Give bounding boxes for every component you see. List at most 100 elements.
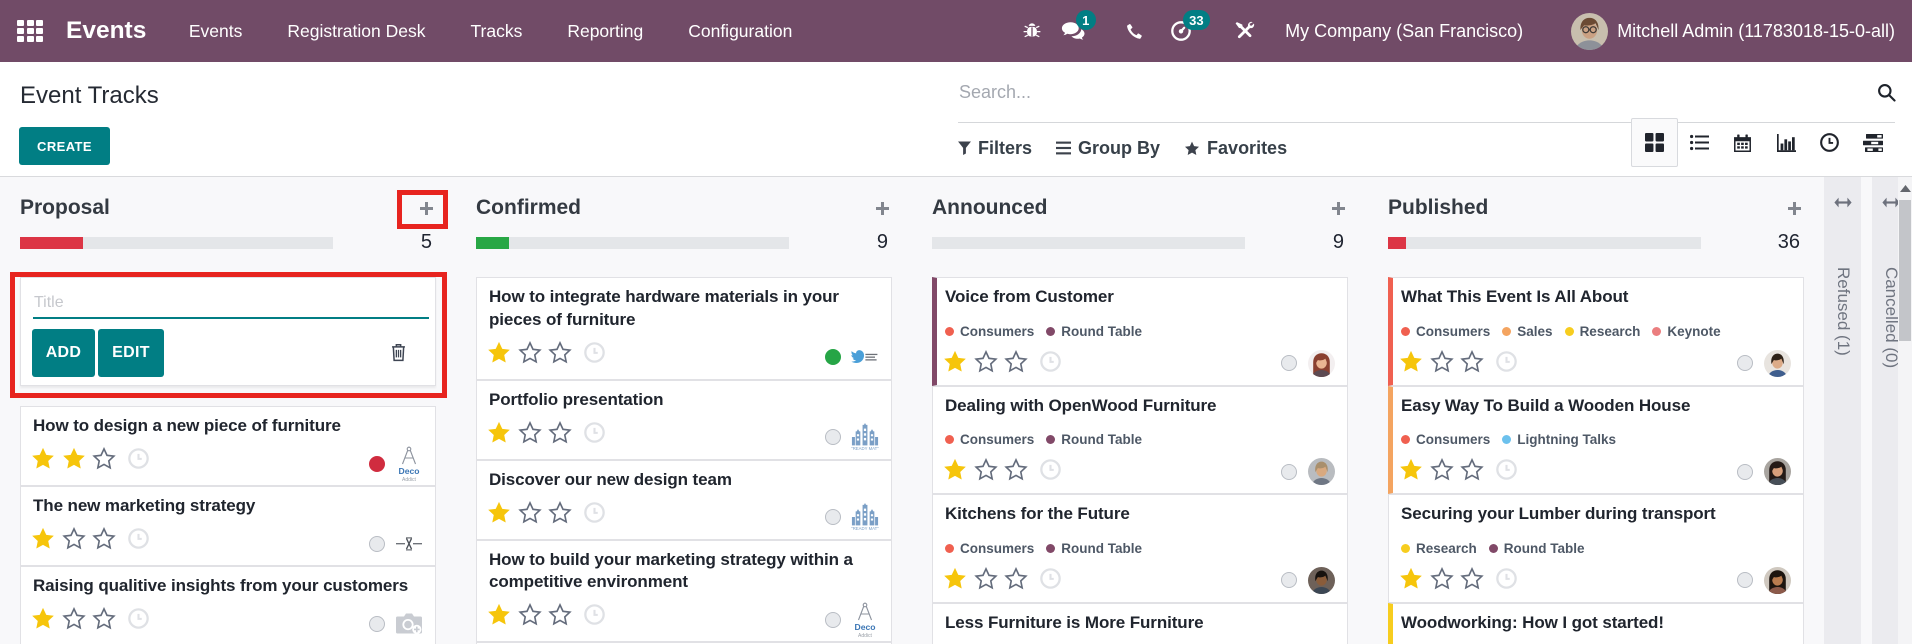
activity-clock-icon[interactable] <box>128 448 149 469</box>
star-empty-icon[interactable] <box>1430 350 1454 373</box>
star-full-icon[interactable] <box>1399 458 1423 481</box>
star-full-icon[interactable] <box>943 350 967 373</box>
column-progressbar[interactable] <box>932 237 1245 249</box>
star-empty-icon[interactable] <box>92 447 116 470</box>
star-empty-icon[interactable] <box>1004 350 1028 373</box>
graph-view-button[interactable] <box>1765 118 1809 167</box>
vertical-scrollbar[interactable] <box>1898 177 1912 644</box>
kanban-state-dot[interactable] <box>825 612 841 628</box>
activity-clock-icon[interactable] <box>1496 351 1517 372</box>
star-empty-icon[interactable] <box>548 501 572 524</box>
kanban-state-dot[interactable] <box>1281 464 1297 480</box>
kanban-card[interactable]: How to integrate hardware materials in y… <box>476 277 892 380</box>
kanban-card[interactable]: Dealing with OpenWood FurnitureConsumers… <box>932 386 1348 495</box>
menu-item-registration-desk[interactable]: Registration Desk <box>265 0 448 62</box>
activity-clock-icon[interactable] <box>128 528 149 549</box>
menu-item-tracks[interactable]: Tracks <box>448 0 545 62</box>
scrollbar-up-arrow[interactable] <box>1898 177 1912 200</box>
kanban-state-dot[interactable] <box>1281 572 1297 588</box>
activity-clock-icon[interactable] <box>1040 351 1061 372</box>
star-full-icon[interactable] <box>1399 350 1423 373</box>
star-empty-icon[interactable] <box>62 527 86 550</box>
menu-item-reporting[interactable]: Reporting <box>545 0 666 62</box>
star-empty-icon[interactable] <box>974 350 998 373</box>
star-full-icon[interactable] <box>31 447 55 470</box>
star-full-icon[interactable] <box>1399 567 1423 590</box>
star-empty-icon[interactable] <box>92 607 116 630</box>
star-empty-icon[interactable] <box>1460 458 1484 481</box>
star-empty-icon[interactable] <box>518 603 542 626</box>
kanban-card[interactable]: How to design a new piece of furnitureDe… <box>20 406 436 486</box>
kanban-state-dot[interactable] <box>825 349 841 365</box>
activity-clock-icon[interactable] <box>584 604 605 625</box>
systray-messages-button[interactable]: 1 <box>1053 0 1095 62</box>
star-empty-icon[interactable] <box>92 527 116 550</box>
kanban-card[interactable]: Voice from CustomerConsumersRound Table <box>932 277 1348 386</box>
calendar-view-button[interactable] <box>1721 118 1765 167</box>
kanban-state-dot[interactable] <box>825 429 841 445</box>
kanban-card[interactable]: What This Event Is All AboutConsumersSal… <box>1388 277 1804 386</box>
star-empty-icon[interactable] <box>1460 350 1484 373</box>
kanban-card[interactable]: How to build your marketing strategy wit… <box>476 540 892 643</box>
kanban-state-dot[interactable] <box>369 616 385 632</box>
folded-column-refused-1-[interactable]: Refused (1) <box>1824 177 1861 644</box>
column-progressbar[interactable] <box>1388 237 1701 249</box>
unfold-arrows-icon[interactable] <box>1824 197 1861 208</box>
kanban-state-dot[interactable] <box>1737 464 1753 480</box>
column-quick-create-plus-icon[interactable] <box>416 202 436 215</box>
column-progressbar[interactable] <box>476 237 789 249</box>
systray-activities-button[interactable]: 33 <box>1160 0 1202 62</box>
kanban-state-dot[interactable] <box>1281 355 1297 371</box>
activity-view-button[interactable] <box>1808 118 1852 167</box>
star-empty-icon[interactable] <box>1430 567 1454 590</box>
kanban-card[interactable]: Discover our new design team"READY MAT" <box>476 460 892 540</box>
menu-item-configuration[interactable]: Configuration <box>666 0 815 62</box>
kanban-card[interactable]: Easy Way To Build a Wooden HouseConsumer… <box>1388 386 1804 495</box>
activity-clock-icon[interactable] <box>1496 459 1517 480</box>
systray-bug-button[interactable] <box>1011 0 1053 62</box>
quick-create-title-input[interactable] <box>33 288 429 319</box>
column-progressbar[interactable] <box>20 237 333 249</box>
quick-create-add-button[interactable]: ADD <box>32 329 95 377</box>
systray-tools-button[interactable] <box>1223 0 1265 62</box>
star-empty-icon[interactable] <box>62 607 86 630</box>
kanban-card[interactable]: Woodworking: How I got started! <box>1388 603 1804 644</box>
star-empty-icon[interactable] <box>548 421 572 444</box>
list-view-button[interactable] <box>1678 118 1722 167</box>
apps-menu-button[interactable] <box>7 0 53 62</box>
systray-phone-button[interactable] <box>1113 0 1155 62</box>
star-full-icon[interactable] <box>943 567 967 590</box>
search-input[interactable]: Search... <box>959 82 1031 103</box>
star-empty-icon[interactable] <box>974 567 998 590</box>
kanban-state-dot[interactable] <box>1737 572 1753 588</box>
scrollbar-thumb[interactable] <box>1899 200 1911 341</box>
star-full-icon[interactable] <box>31 527 55 550</box>
column-quick-create-plus-icon[interactable] <box>1784 202 1804 215</box>
kanban-card[interactable]: Less Furniture is More Furniture <box>932 603 1348 644</box>
kanban-state-dot[interactable] <box>825 509 841 525</box>
column-quick-create-plus-icon[interactable] <box>872 202 892 215</box>
star-empty-icon[interactable] <box>548 603 572 626</box>
star-full-icon[interactable] <box>487 501 511 524</box>
user-menu[interactable]: Mitchell Admin (11783018-15-0-all) <box>1571 13 1895 50</box>
group-by-button[interactable]: Group By <box>1056 138 1160 159</box>
star-empty-icon[interactable] <box>1460 567 1484 590</box>
kanban-card[interactable]: Raising qualitive insights from your cus… <box>20 566 436 644</box>
star-full-icon[interactable] <box>487 603 511 626</box>
kanban-state-dot[interactable] <box>369 456 385 472</box>
create-button[interactable]: CREATE <box>19 127 110 165</box>
gantt-view-button[interactable] <box>1852 118 1896 167</box>
company-switcher[interactable]: My Company (San Francisco) <box>1285 21 1523 42</box>
search-icon[interactable] <box>1877 83 1896 107</box>
filters-button[interactable]: Filters <box>958 138 1032 159</box>
favorites-button[interactable]: Favorites <box>1184 138 1287 159</box>
kanban-state-dot[interactable] <box>369 536 385 552</box>
kanban-card[interactable]: Kitchens for the FutureConsumersRound Ta… <box>932 494 1348 603</box>
star-full-icon[interactable] <box>943 458 967 481</box>
star-empty-icon[interactable] <box>518 341 542 364</box>
star-empty-icon[interactable] <box>1004 458 1028 481</box>
activity-clock-icon[interactable] <box>1040 459 1061 480</box>
star-empty-icon[interactable] <box>518 421 542 444</box>
menu-item-events[interactable]: Events <box>166 0 265 62</box>
search-bar[interactable]: Search... <box>958 75 1895 123</box>
